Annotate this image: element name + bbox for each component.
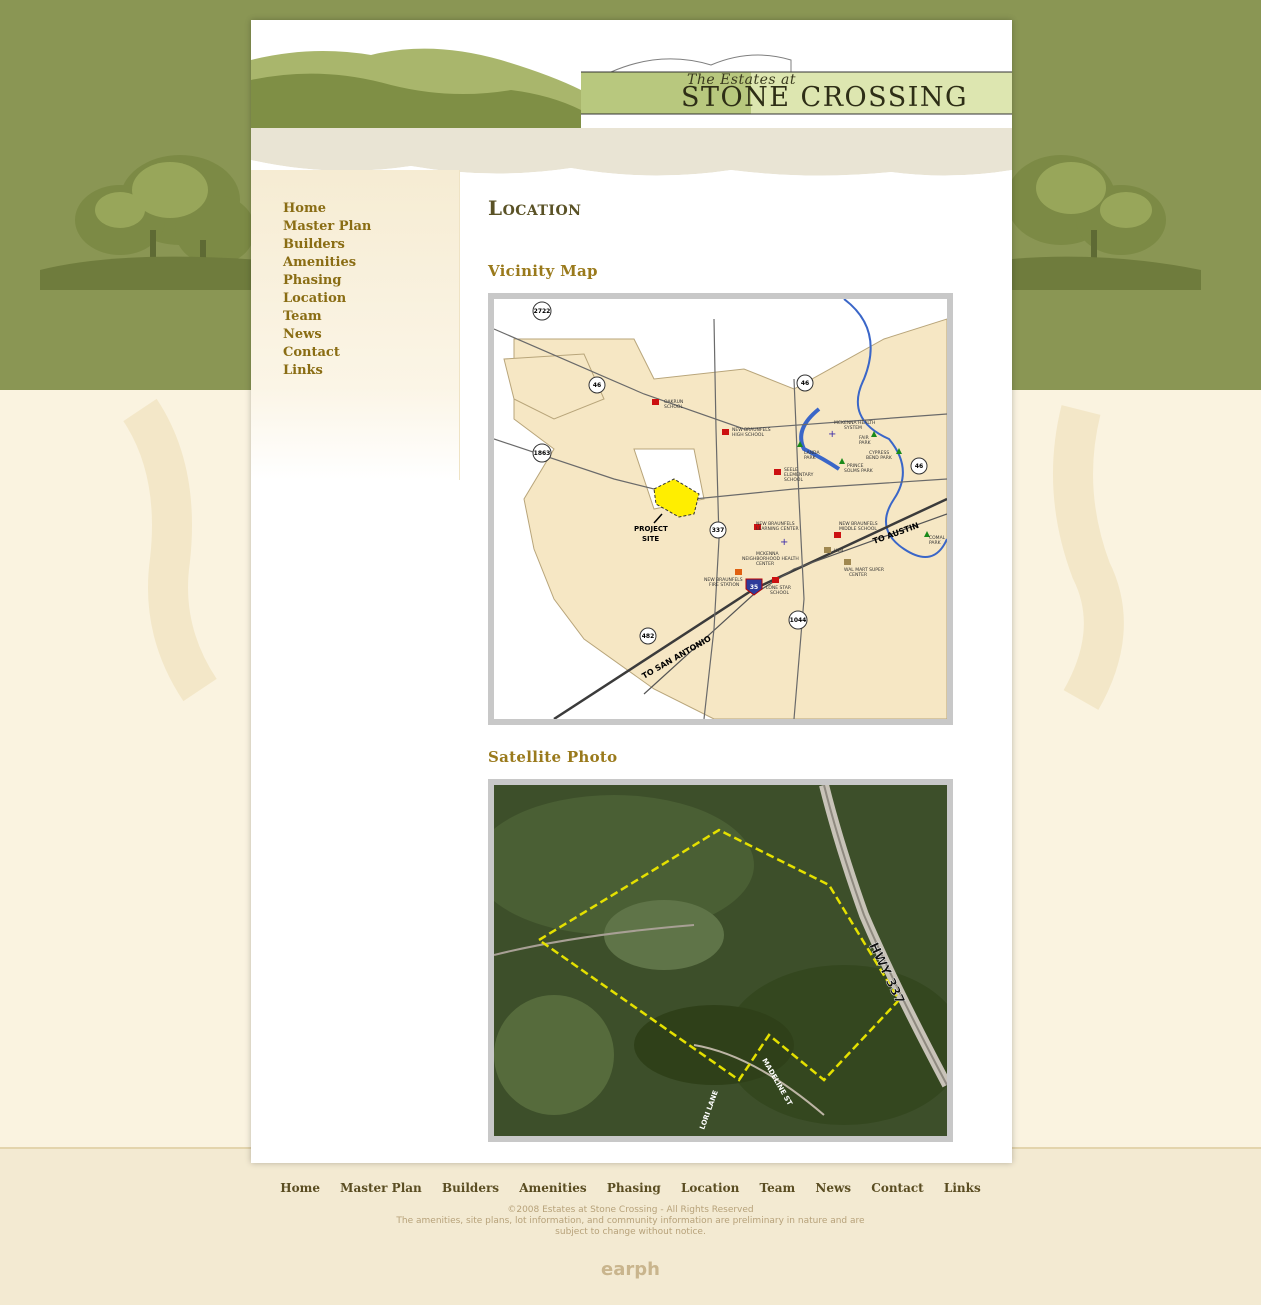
- page-title: Location: [488, 196, 582, 220]
- nav-item-location[interactable]: Location: [283, 290, 371, 308]
- svg-text:46: 46: [801, 380, 809, 387]
- vicinity-map-heading: Vicinity Map: [488, 262, 598, 280]
- footer-link-amenities[interactable]: Amenities: [519, 1181, 586, 1195]
- svg-text:SCHOOL: SCHOOL: [784, 477, 803, 483]
- svg-text:PARK: PARK: [859, 440, 872, 446]
- footer-nav: Home Master Plan Builders Amenities Phas…: [0, 1181, 1261, 1195]
- footer-link-location[interactable]: Location: [681, 1181, 739, 1195]
- footer: Home Master Plan Builders Amenities Phas…: [0, 1147, 1261, 1305]
- svg-text:SITE: SITE: [642, 535, 659, 543]
- nav-item-team[interactable]: Team: [283, 308, 371, 326]
- svg-text:FIRE STATION: FIRE STATION: [709, 582, 739, 588]
- svg-text:482: 482: [642, 633, 655, 640]
- svg-text:LEARNING CENTER: LEARNING CENTER: [756, 526, 799, 532]
- disclaimer-line-1: The amenities, site plans, lot informati…: [396, 1216, 865, 1226]
- logo-title: STONE CROSSING: [681, 82, 969, 113]
- disclaimer-line-2: subject to change without notice.: [555, 1227, 706, 1237]
- footer-copyright-block: ©2008 Estates at Stone Crossing - All Ri…: [0, 1205, 1261, 1238]
- footer-link-phasing[interactable]: Phasing: [607, 1181, 661, 1195]
- svg-text:PROJECT: PROJECT: [634, 525, 668, 533]
- vicinity-map-image: PROJECT SITE 2722 46 46 46 1863 337 482 …: [494, 299, 947, 719]
- footer-link-contact[interactable]: Contact: [871, 1181, 923, 1195]
- svg-text:SOLMS PARK: SOLMS PARK: [844, 468, 874, 474]
- svg-text:BEND PARK: BEND PARK: [866, 455, 893, 461]
- footer-link-home[interactable]: Home: [280, 1181, 320, 1195]
- sidebar-nav: Home Master Plan Builders Amenities Phas…: [283, 200, 371, 380]
- nav-item-builders[interactable]: Builders: [283, 236, 371, 254]
- svg-text:+: +: [780, 537, 788, 548]
- svg-text:1044: 1044: [790, 617, 807, 624]
- satellite-photo-heading: Satellite Photo: [488, 748, 618, 766]
- svg-text:SCHOOL: SCHOOL: [770, 590, 789, 596]
- footer-link-links[interactable]: Links: [944, 1181, 981, 1195]
- copyright-text: ©2008 Estates at Stone Crossing - All Ri…: [507, 1205, 754, 1215]
- svg-text:SYSTEM: SYSTEM: [844, 425, 862, 431]
- nav-item-master-plan[interactable]: Master Plan: [283, 218, 371, 236]
- nav-item-amenities[interactable]: Amenities: [283, 254, 371, 272]
- footer-link-builders[interactable]: Builders: [442, 1181, 499, 1195]
- svg-text:HIGH SCHOOL: HIGH SCHOOL: [732, 432, 764, 438]
- footer-link-team[interactable]: Team: [760, 1181, 796, 1195]
- nav-item-home[interactable]: Home: [283, 200, 371, 218]
- svg-text:2722: 2722: [534, 308, 551, 315]
- svg-text:HEB: HEB: [834, 548, 843, 554]
- svg-text:PARK: PARK: [929, 540, 942, 546]
- vicinity-map: PROJECT SITE 2722 46 46 46 1863 337 482 …: [488, 293, 953, 725]
- svg-text:337: 337: [712, 527, 725, 534]
- footer-link-master-plan[interactable]: Master Plan: [340, 1181, 422, 1195]
- svg-text:MIDDLE SCHOOL: MIDDLE SCHOOL: [839, 526, 877, 532]
- svg-text:46: 46: [915, 463, 923, 470]
- designer-credit-logo[interactable]: earph: [0, 1259, 1261, 1280]
- nav-item-news[interactable]: News: [283, 326, 371, 344]
- svg-text:46: 46: [593, 382, 601, 389]
- satellite-photo: HWY 337 MADELINE ST LORI LANE: [488, 779, 953, 1142]
- satellite-photo-image: HWY 337 MADELINE ST LORI LANE: [494, 785, 947, 1136]
- trees-decoration-left: [40, 155, 260, 702]
- footer-link-news[interactable]: News: [815, 1181, 851, 1195]
- svg-text:35: 35: [750, 584, 758, 591]
- trees-decoration-right: [1001, 155, 1201, 710]
- svg-text:SCHOOL: SCHOOL: [664, 404, 683, 410]
- nav-item-phasing[interactable]: Phasing: [283, 272, 371, 290]
- svg-text:PARK: PARK: [804, 455, 817, 461]
- nav-item-contact[interactable]: Contact: [283, 344, 371, 362]
- svg-text:+: +: [828, 429, 836, 440]
- svg-text:1863: 1863: [534, 450, 551, 457]
- nav-item-links[interactable]: Links: [283, 362, 371, 380]
- svg-text:CENTER: CENTER: [849, 572, 867, 578]
- page-container: The Estates at STONE CROSSING Home Maste…: [251, 20, 1012, 1163]
- svg-text:CENTER: CENTER: [756, 561, 774, 567]
